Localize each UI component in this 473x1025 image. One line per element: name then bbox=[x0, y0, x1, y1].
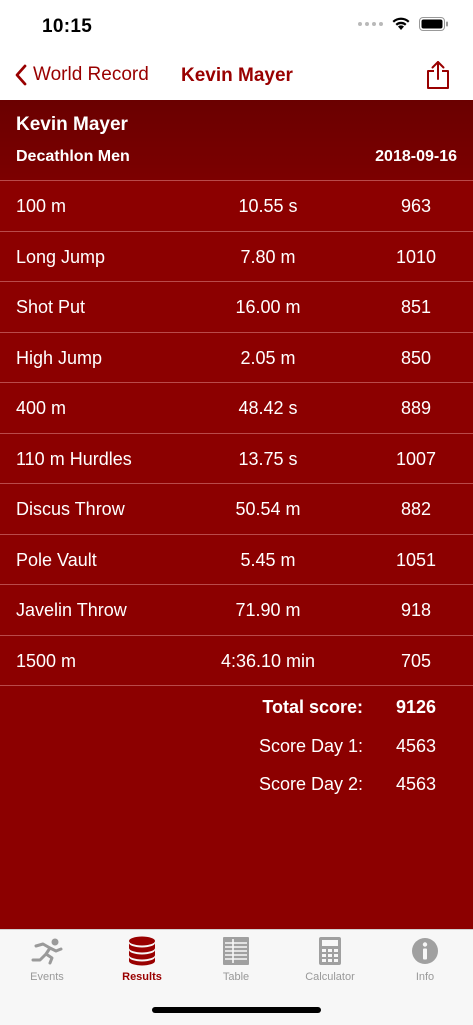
performance-value: 2.05 m bbox=[240, 347, 296, 368]
result-row: Pole Vault 5.45 m 1051 bbox=[0, 535, 473, 585]
result-row: High Jump 2.05 m 850 bbox=[0, 333, 473, 383]
points-value: 1051 bbox=[395, 549, 437, 570]
tab-label: Table bbox=[222, 971, 250, 983]
event-label: Javelin Throw bbox=[16, 600, 127, 620]
score-day2-value: 4563 bbox=[395, 774, 437, 794]
points-value: 882 bbox=[400, 499, 432, 519]
battery-icon bbox=[419, 16, 448, 31]
tab-info[interactable]: Info bbox=[385, 936, 465, 983]
score-day1-value: 4563 bbox=[395, 736, 437, 756]
performance-value: 13.75 s bbox=[238, 448, 298, 469]
performance-value: 10.55 s bbox=[238, 196, 298, 216]
performance-value: 5.45 m bbox=[240, 549, 296, 570]
result-row: 110 m Hurdles 13.75 s 1007 bbox=[0, 434, 473, 484]
tab-events[interactable]: Events bbox=[7, 936, 87, 983]
tab-results[interactable]: Results bbox=[102, 936, 182, 983]
event-label: 400 m bbox=[16, 398, 67, 418]
status-icons bbox=[358, 16, 449, 31]
result-row: Javelin Throw 71.90 m 918 bbox=[0, 585, 473, 636]
results-content: Kevin Mayer Decathlon Men 2018-09-16 100… bbox=[0, 100, 473, 929]
runner-icon bbox=[31, 938, 63, 965]
points-value: 850 bbox=[400, 347, 432, 368]
event-name: Decathlon Men bbox=[16, 148, 130, 165]
performance-value: 4:36.10 min bbox=[220, 650, 316, 671]
calculator-icon bbox=[319, 937, 341, 965]
tab-calculator[interactable]: Calculator bbox=[290, 936, 370, 983]
share-icon bbox=[427, 61, 449, 89]
cellular-signal-icon bbox=[358, 21, 383, 26]
database-icon bbox=[129, 936, 155, 966]
result-row: Discus Throw 50.54 m 882 bbox=[0, 484, 473, 535]
performance-value: 48.42 s bbox=[238, 398, 298, 418]
info-icon bbox=[412, 938, 438, 964]
result-row: 100 m 10.55 s 963 bbox=[0, 181, 473, 232]
status-time: 10:15 bbox=[42, 16, 93, 37]
points-value: 889 bbox=[400, 398, 432, 418]
event-label: Discus Throw bbox=[16, 499, 125, 519]
tab-label: Events bbox=[30, 971, 64, 983]
page-title: Kevin Mayer bbox=[181, 65, 293, 86]
event-date: 2018-09-16 bbox=[375, 148, 457, 165]
total-score-value: 9126 bbox=[395, 697, 437, 717]
event-label: High Jump bbox=[16, 347, 103, 368]
wifi-icon bbox=[392, 17, 410, 30]
result-header: Kevin Mayer Decathlon Men 2018-09-16 bbox=[0, 100, 473, 181]
navigation-bar: World Record Kevin Mayer bbox=[0, 52, 473, 100]
tab-label: Info bbox=[415, 971, 435, 983]
tab-label: Results bbox=[122, 971, 162, 983]
event-label: Long Jump bbox=[16, 246, 106, 267]
chevron-left-icon bbox=[15, 64, 27, 86]
back-button[interactable]: World Record bbox=[14, 64, 149, 86]
performance-value: 71.90 m bbox=[235, 600, 301, 620]
event-label: 100 m bbox=[16, 196, 67, 216]
score-day2-label: Score Day 2: bbox=[258, 774, 363, 794]
points-value: 705 bbox=[400, 650, 432, 671]
result-row: Long Jump 7.80 m 1010 bbox=[0, 232, 473, 282]
performance-value: 16.00 m bbox=[235, 297, 301, 317]
total-score-label: Total score: bbox=[262, 697, 363, 717]
home-indicator bbox=[152, 1007, 321, 1013]
score-day1-label: Score Day 1: bbox=[258, 736, 363, 756]
points-value: 851 bbox=[400, 297, 432, 317]
points-value: 918 bbox=[400, 600, 432, 620]
event-label: 1500 m bbox=[16, 650, 77, 671]
tab-table[interactable]: Table bbox=[196, 936, 276, 983]
share-button[interactable] bbox=[425, 60, 451, 95]
points-value: 1007 bbox=[395, 448, 437, 469]
performance-value: 50.54 m bbox=[235, 499, 301, 519]
event-label: Pole Vault bbox=[16, 549, 97, 570]
points-value: 963 bbox=[400, 196, 432, 216]
status-bar: 10:15 bbox=[0, 0, 473, 52]
result-row: Shot Put 16.00 m 851 bbox=[0, 282, 473, 333]
performance-value: 7.80 m bbox=[240, 246, 296, 267]
event-label: Shot Put bbox=[16, 297, 86, 317]
back-button-label: World Record bbox=[33, 64, 149, 85]
athlete-name: Kevin Mayer bbox=[16, 114, 128, 135]
event-label: 110 m Hurdles bbox=[16, 448, 132, 469]
results-list: 100 m 10.55 s 963 Long Jump 7.80 m 1010 … bbox=[0, 181, 473, 686]
points-value: 1010 bbox=[395, 246, 437, 267]
table-icon bbox=[223, 937, 249, 965]
tab-label: Calculator bbox=[305, 971, 355, 983]
result-row: 400 m 48.42 s 889 bbox=[0, 383, 473, 434]
result-row: 1500 m 4:36.10 min 705 bbox=[0, 636, 473, 686]
